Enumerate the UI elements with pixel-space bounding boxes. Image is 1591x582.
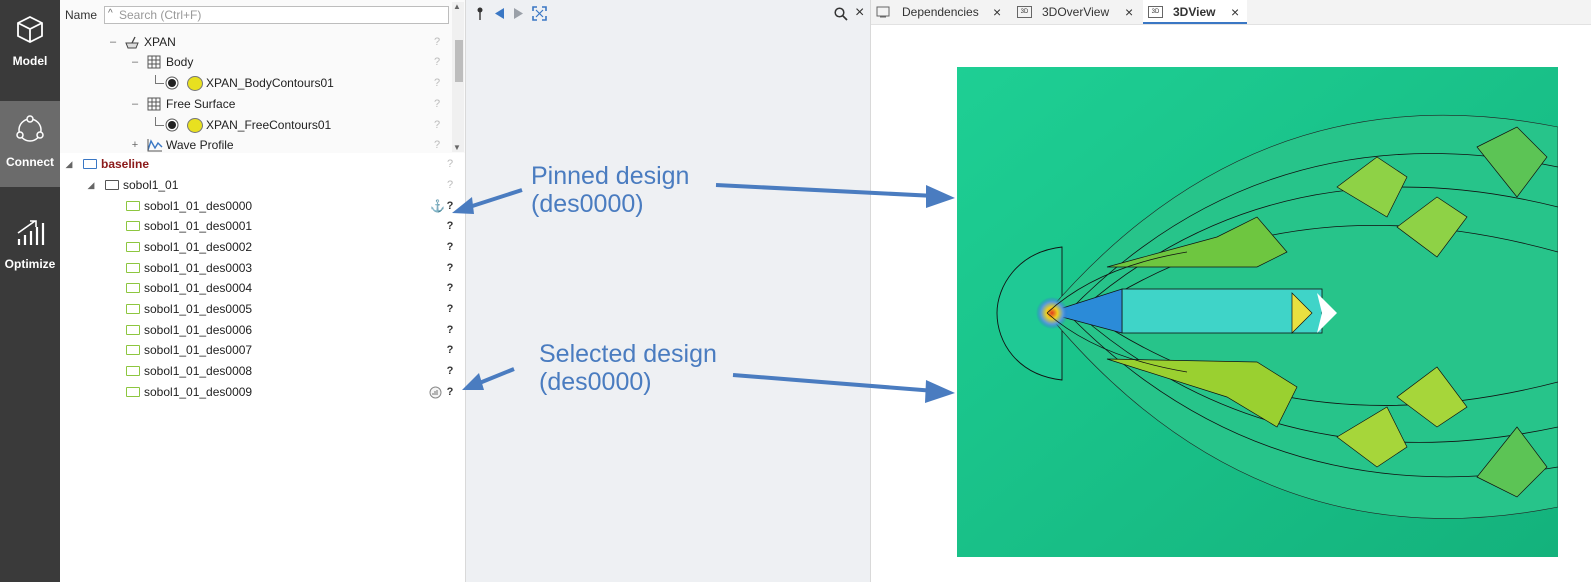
arrow-to-selected-view [732, 373, 955, 403]
arrow-to-pinned-icon [452, 188, 523, 214]
arrow-to-selected-icon [462, 367, 515, 390]
annotation-arrows [452, 183, 955, 403]
arrow-to-pinned-view [715, 183, 955, 208]
